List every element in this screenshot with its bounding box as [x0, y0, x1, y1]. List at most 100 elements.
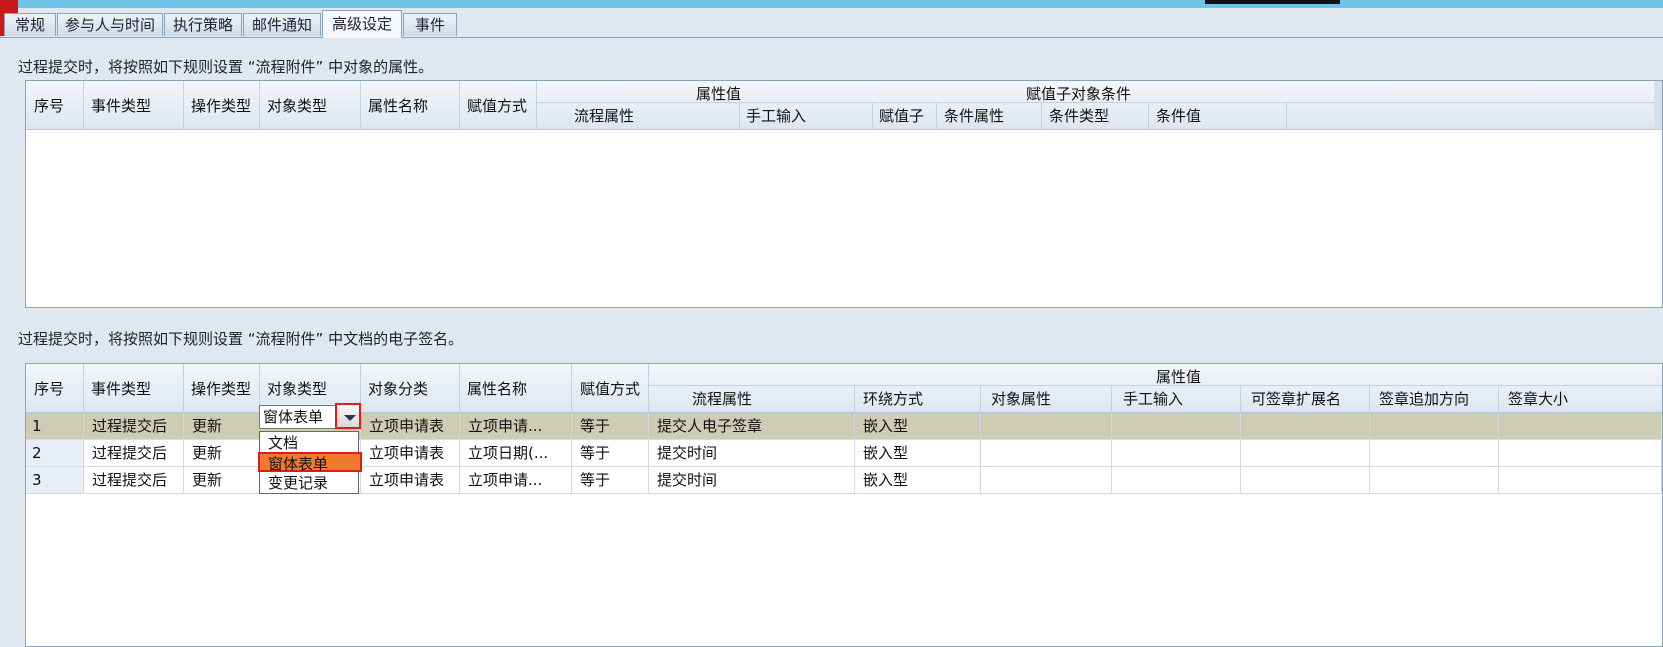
cell-manual[interactable]	[1112, 413, 1241, 439]
cell-event[interactable]: 过程提交后	[84, 440, 184, 466]
cell-seq: 1	[26, 413, 84, 439]
header-divider	[980, 385, 981, 412]
col-attr-name[interactable]: 属性名称	[467, 378, 527, 399]
tab-email-notify[interactable]: 邮件通知	[243, 13, 321, 36]
cell-dir[interactable]	[1370, 413, 1499, 439]
col-op-type[interactable]: 操作类型	[191, 95, 251, 116]
cell-mode[interactable]: 等于	[572, 413, 649, 439]
dropdown-option-document[interactable]: 文档	[260, 433, 358, 453]
col-obj-class[interactable]: 对象分类	[368, 378, 428, 399]
col-event-type[interactable]: 事件类型	[91, 378, 151, 399]
col-obj-type[interactable]: 对象类型	[267, 95, 327, 116]
cell-dir[interactable]	[1370, 440, 1499, 466]
col-flow-attr[interactable]: 流程属性	[574, 105, 634, 126]
tab-advanced-settings[interactable]: 高级设定	[322, 10, 402, 38]
cell-flow-attr[interactable]: 提交时间	[649, 467, 855, 493]
col-embed-mode[interactable]: 环绕方式	[863, 388, 923, 409]
header-divider	[1286, 102, 1287, 129]
header-divider	[854, 385, 855, 412]
cell-obj-class[interactable]: 立项申请表	[361, 467, 460, 493]
col-cond-attr[interactable]: 条件属性	[944, 105, 1004, 126]
col-assign-mode[interactable]: 赋值方式	[467, 95, 527, 116]
col-manual-input[interactable]: 手工输入	[746, 105, 806, 126]
section2-caption: 过程提交时，将按照如下规则设置 “流程附件” 中文档的电子签名。	[18, 330, 464, 348]
col-flow-attr[interactable]: 流程属性	[692, 388, 752, 409]
cell-op[interactable]: 更新	[184, 413, 260, 439]
cell-obj-class[interactable]: 立项申请表	[361, 440, 460, 466]
section1-caption: 过程提交时，将按照如下规则设置 “流程附件” 中对象的属性。	[18, 58, 434, 76]
cell-dir[interactable]	[1370, 467, 1499, 493]
header-divider	[1148, 102, 1149, 129]
cell-manual[interactable]	[1112, 440, 1241, 466]
col-op-type[interactable]: 操作类型	[191, 378, 251, 399]
col-obj-attr[interactable]: 对象属性	[991, 388, 1051, 409]
cell-event[interactable]: 过程提交后	[84, 413, 184, 439]
header-divider	[183, 364, 184, 412]
col-event-type[interactable]: 事件类型	[91, 95, 151, 116]
col-attr-value: 属性值	[696, 85, 742, 103]
dropdown-option-change-log[interactable]: 变更记录	[260, 473, 358, 493]
obj-type-dropdown-list[interactable]: 文档 窗体表单 变更记录	[258, 431, 362, 494]
cell-flow-attr[interactable]: 提交人电子签章	[649, 413, 855, 439]
dropdown-option-form[interactable]: 窗体表单	[258, 452, 362, 473]
col-ext-name[interactable]: 可签章扩展名	[1251, 388, 1341, 409]
cell-op[interactable]: 更新	[184, 440, 260, 466]
tab-general[interactable]: 常规	[4, 13, 56, 36]
cell-op[interactable]: 更新	[184, 467, 260, 493]
header-divider	[360, 81, 361, 129]
header-divider	[459, 364, 460, 412]
cell-obj-attr[interactable]	[981, 467, 1112, 493]
col-attr-value: 属性值	[1156, 368, 1202, 386]
col-obj-type[interactable]: 对象类型	[267, 378, 327, 399]
cell-ext[interactable]	[1241, 413, 1370, 439]
col-sig-size[interactable]: 签章大小	[1508, 388, 1568, 409]
cell-ext[interactable]	[1241, 440, 1370, 466]
cell-obj-attr[interactable]	[981, 440, 1112, 466]
scrollbar[interactable]	[1654, 81, 1662, 129]
cell-size[interactable]	[1499, 467, 1662, 493]
cell-mode[interactable]: 等于	[572, 440, 649, 466]
cell-obj-class[interactable]: 立项申请表	[361, 413, 460, 439]
tab-execution-policy[interactable]: 执行策略	[164, 13, 242, 36]
cell-embed[interactable]: 嵌入型	[855, 413, 981, 439]
chevron-down-icon	[344, 415, 356, 421]
header-divider	[648, 385, 1662, 386]
col-sub-condition: 赋值子对象条件	[1026, 85, 1132, 103]
header-divider	[571, 364, 572, 412]
tab-events[interactable]: 事件	[403, 13, 457, 36]
col-attr-name[interactable]: 属性名称	[368, 95, 428, 116]
header-divider	[1041, 102, 1042, 129]
cell-event[interactable]: 过程提交后	[84, 467, 184, 493]
col-seq[interactable]: 序号	[34, 95, 64, 116]
cell-size[interactable]	[1499, 440, 1662, 466]
cell-ext[interactable]	[1241, 467, 1370, 493]
col-assign-mode[interactable]: 赋值方式	[580, 378, 640, 399]
cell-obj-attr[interactable]	[981, 413, 1112, 439]
signature-rules-table[interactable]: 序号 事件类型 操作类型 对象类型 对象分类 属性名称 赋值方式 属性值 流程属…	[25, 363, 1663, 647]
cell-attr[interactable]: 立项日期(...	[460, 440, 572, 466]
col-append-dir[interactable]: 签章追加方向	[1379, 388, 1469, 409]
cell-flow-attr[interactable]: 提交时间	[649, 440, 855, 466]
attribute-rules-table[interactable]: 序号 事件类型 操作类型 对象类型 属性名称 赋值方式 属性值 赋值子对象条件 …	[25, 80, 1663, 308]
cell-size[interactable]	[1499, 413, 1662, 439]
col-assign-sub[interactable]: 赋值子	[879, 105, 924, 126]
col-manual-input[interactable]: 手工输入	[1123, 388, 1183, 409]
header-divider	[1111, 385, 1112, 412]
cell-embed[interactable]: 嵌入型	[855, 440, 981, 466]
tab-participants-time[interactable]: 参与人与时间	[57, 13, 163, 36]
header-divider	[83, 364, 84, 412]
header-divider	[936, 102, 937, 129]
col-cond-type[interactable]: 条件类型	[1049, 105, 1109, 126]
cell-mode[interactable]: 等于	[572, 467, 649, 493]
col-seq[interactable]: 序号	[34, 378, 64, 399]
obj-type-combo-value: 窗体表单	[263, 408, 324, 426]
header-divider	[536, 81, 537, 129]
cell-embed[interactable]: 嵌入型	[855, 467, 981, 493]
cell-attr[interactable]: 立项申请...	[460, 413, 572, 439]
cell-attr[interactable]: 立项申请...	[460, 467, 572, 493]
tab-bar: 常规 参与人与时间 执行策略 邮件通知 高级设定 事件	[0, 10, 1663, 38]
combo-dropdown-button[interactable]	[335, 403, 361, 429]
col-cond-value[interactable]: 条件值	[1156, 105, 1201, 126]
header-divider	[536, 102, 1656, 103]
cell-manual[interactable]	[1112, 467, 1241, 493]
